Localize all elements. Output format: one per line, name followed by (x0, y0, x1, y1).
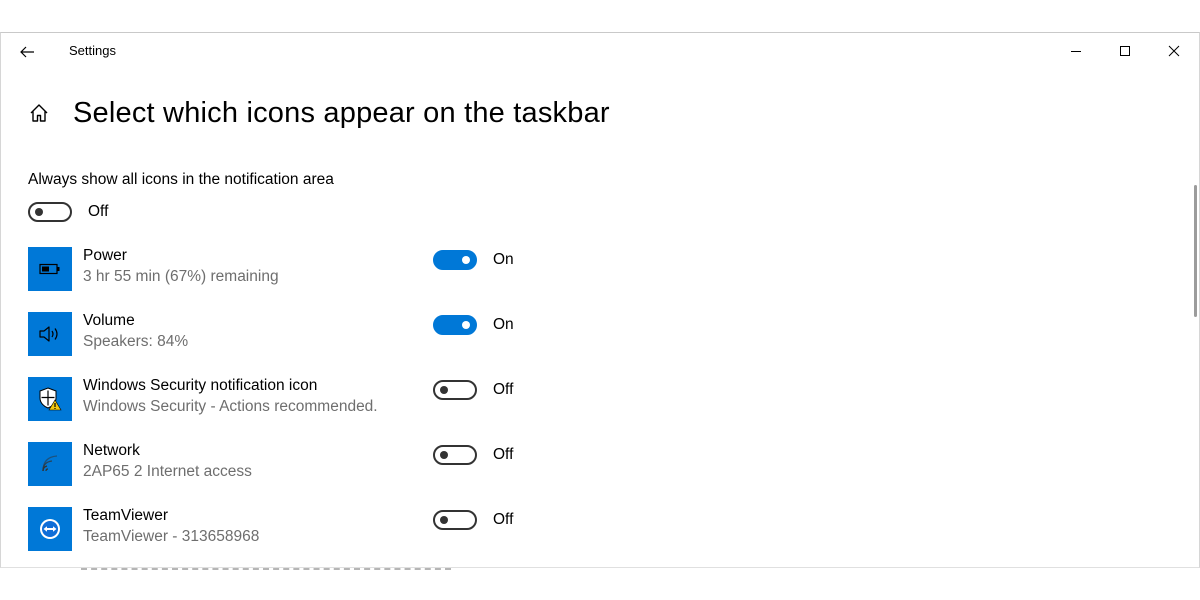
item-name: Power (83, 247, 127, 264)
item-description: 3 hr 55 min (67%) remaining (83, 268, 279, 285)
item-toggle-row: On (433, 250, 514, 270)
wifi-icon (28, 442, 72, 486)
item-description: Speakers: 84% (83, 333, 189, 350)
item-toggle-row: Off (433, 380, 513, 400)
toggle-state-label: On (493, 316, 514, 333)
maximize-icon (1120, 46, 1130, 56)
page-title: Select which icons appear on the taskbar (73, 96, 610, 129)
master-toggle-row: Off (28, 202, 108, 222)
teamviewer-toggle-switch[interactable] (433, 510, 477, 530)
master-toggle-label: Always show all icons in the notificatio… (28, 171, 334, 188)
toggle-state-label: Off (493, 511, 514, 528)
list-item-volume: Volume Speakers: 84% On (28, 312, 568, 358)
item-toggle-row: Off (433, 445, 513, 465)
clipped-content-edge (81, 568, 451, 570)
item-toggle-row: Off (433, 510, 513, 530)
title-bar: Settings (1, 33, 1199, 69)
minimize-button[interactable] (1056, 37, 1096, 65)
list-item-teamviewer: TeamViewer TeamViewer - 313658968 Off (28, 507, 568, 553)
toggle-state-label: On (493, 251, 514, 268)
app-title: Settings (69, 43, 116, 58)
item-toggle-row: On (433, 315, 514, 335)
speaker-icon (28, 312, 72, 356)
minimize-icon (1071, 51, 1081, 52)
toggle-state-label: Off (493, 446, 514, 463)
battery-icon (28, 247, 72, 291)
back-arrow-icon (20, 46, 34, 58)
home-icon[interactable] (27, 101, 51, 125)
toggle-state-label: Off (493, 381, 514, 398)
close-icon (1168, 45, 1180, 57)
page-header: Select which icons appear on the taskbar (27, 91, 610, 135)
teamviewer-icon (28, 507, 72, 551)
item-description: 2AP65 2 Internet access (83, 463, 252, 480)
settings-window: Settings Select which icons appear on th… (0, 32, 1200, 570)
item-name: Network (83, 442, 140, 459)
list-item-network: Network 2AP65 2 Internet access Off (28, 442, 568, 488)
security-shield-icon (28, 377, 72, 421)
item-name: Windows Security notification icon (83, 377, 318, 394)
volume-toggle-switch[interactable] (433, 315, 477, 335)
item-description: TeamViewer - 313658968 (83, 528, 260, 545)
item-name: Volume (83, 312, 135, 329)
item-description: Windows Security - Actions recommended. (83, 398, 378, 415)
close-button[interactable] (1154, 37, 1194, 65)
list-item-windows-security: Windows Security notification icon Windo… (28, 377, 568, 423)
toggle-state-label: Off (88, 203, 109, 220)
master-toggle-switch[interactable] (28, 202, 72, 222)
vertical-scrollbar[interactable] (1194, 185, 1197, 317)
security-toggle-switch[interactable] (433, 380, 477, 400)
back-button[interactable] (15, 40, 39, 64)
network-toggle-switch[interactable] (433, 445, 477, 465)
item-name: TeamViewer (83, 507, 169, 524)
power-toggle-switch[interactable] (433, 250, 477, 270)
maximize-button[interactable] (1105, 37, 1145, 65)
list-item-power: Power 3 hr 55 min (67%) remaining On (28, 247, 568, 293)
